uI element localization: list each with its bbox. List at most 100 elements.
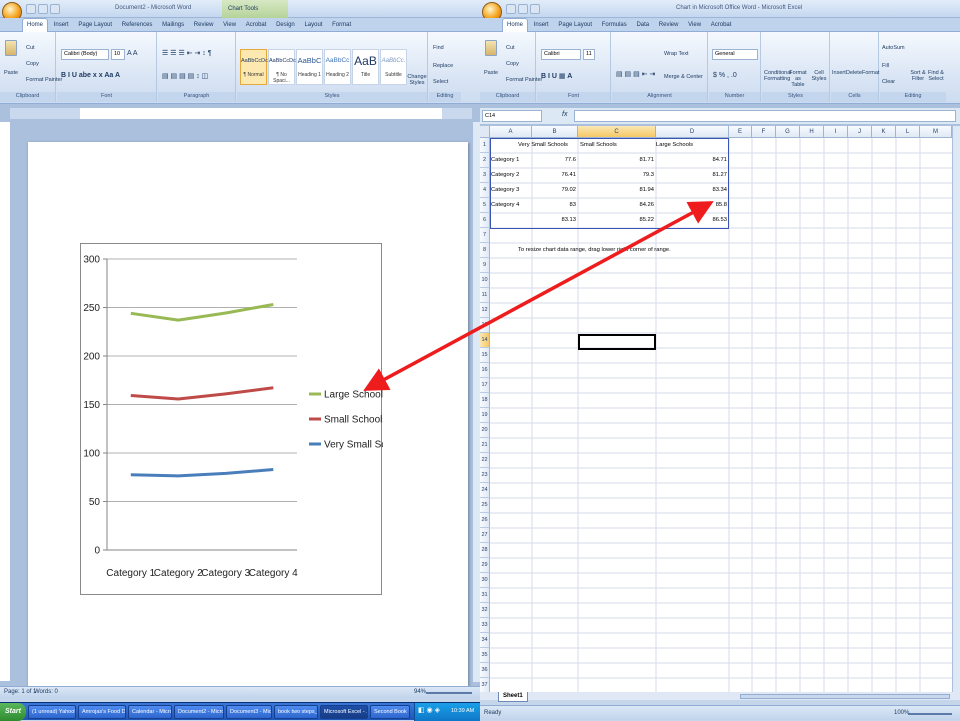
word-window: Document2 - Microsoft Word Chart Tools H… — [0, 0, 480, 698]
font-size-box[interactable]: 10 — [111, 49, 125, 60]
style-no-spacing[interactable]: AaBbCcDc ¶ No Spaci... — [268, 49, 296, 85]
excel-cells-group: Insert Delete Format Cells — [831, 32, 879, 102]
excel-horizontal-scrollbar[interactable] — [740, 694, 950, 699]
excel-font-name-box[interactable]: Calibri — [541, 49, 581, 60]
find-select-button[interactable]: Find & Select — [928, 70, 944, 82]
taskbar-second-book[interactable]: Second Book — [370, 705, 410, 719]
merge-center-button[interactable]: Merge & Center — [664, 74, 703, 80]
style-title[interactable]: AaB Title — [352, 49, 379, 85]
page-count[interactable]: Page: 1 of 1 — [4, 687, 36, 698]
taskbar-yahoo[interactable]: (1 unread) Yahoo! ... — [28, 705, 76, 719]
style-subtitle[interactable]: AaBbCc. Subtitle — [380, 49, 407, 85]
excel-font-size-box[interactable]: 11 — [583, 49, 595, 60]
find-button[interactable]: Find — [433, 45, 444, 51]
style-normal[interactable]: AaBbCcDc ¶ Normal — [240, 49, 268, 85]
excel-tab-review[interactable]: Review — [655, 19, 683, 32]
clear-button[interactable]: Clear — [882, 79, 895, 85]
excel-tab-formulas[interactable]: Formulas — [598, 19, 631, 32]
word-tab-format[interactable]: Format — [328, 19, 355, 32]
excel-tab-insert[interactable]: Insert — [530, 19, 553, 32]
sheet1-tab[interactable]: Sheet1 — [498, 692, 528, 702]
excel-cut-button[interactable]: Cut — [506, 45, 515, 51]
sort-filter-button[interactable]: Sort & Filter — [910, 70, 926, 82]
word-zoom-level[interactable]: 94% — [414, 687, 426, 698]
chart-area[interactable]: 0 50 100 150 200 250 300 Category 1 Category 2 Ca… — [80, 243, 383, 595]
taskbar-book-two[interactable]: book two steps_for... — [274, 705, 318, 719]
paste-label[interactable]: Paste — [4, 70, 18, 76]
word-tab-mailings[interactable]: Mailings — [158, 19, 188, 32]
undo-icon[interactable] — [38, 4, 48, 14]
excel-paste-label[interactable]: Paste — [484, 70, 498, 76]
taskbar-document3[interactable]: Document3 - Micro... — [226, 705, 272, 719]
excel-copy-button[interactable]: Copy — [506, 61, 519, 67]
excel-redo-icon[interactable] — [530, 4, 540, 14]
wrap-text-button[interactable]: Wrap Text — [664, 51, 689, 57]
font-format-buttons[interactable]: B I U abe x x Aa A — [61, 72, 120, 79]
excel-undo-icon[interactable] — [518, 4, 528, 14]
conditional-formatting-button[interactable]: Conditional Formatting — [764, 70, 792, 82]
taskbar-excel[interactable]: Microsoft Excel - ... — [320, 705, 368, 719]
word-vertical-scrollbar[interactable] — [472, 122, 480, 682]
taskbar-document2[interactable]: Document2 - Micro... — [174, 705, 224, 719]
horizontal-ruler[interactable] — [10, 108, 472, 120]
number-format-box[interactable]: General — [712, 49, 758, 60]
cell-styles-button[interactable]: Cell Styles — [810, 70, 828, 82]
delete-button[interactable]: Delete — [846, 70, 862, 76]
start-button[interactable]: Start — [0, 703, 26, 721]
replace-button[interactable]: Replace — [433, 63, 453, 69]
word-tab-home[interactable]: Home — [22, 18, 49, 32]
excel-tab-data[interactable]: Data — [632, 19, 653, 32]
excel-vertical-scrollbar[interactable] — [952, 126, 960, 692]
word-tab-acrobat[interactable]: Acrobat — [242, 19, 271, 32]
word-tab-review[interactable]: Review — [190, 19, 218, 32]
excel-tab-acrobat[interactable]: Acrobat — [707, 19, 736, 32]
fill-button[interactable]: Fill — [882, 63, 889, 69]
insert-button[interactable]: Insert — [832, 70, 846, 76]
x-tick-label: Category 2 — [154, 568, 203, 579]
taskbar-food-diary[interactable]: Amrojas's Food Dia... — [78, 705, 126, 719]
change-styles-button[interactable]: Change Styles — [407, 74, 427, 86]
save-icon[interactable] — [26, 4, 36, 14]
copy-button[interactable]: Copy — [26, 61, 39, 67]
excel-paste-icon[interactable] — [485, 40, 497, 56]
vertical-ruler[interactable] — [0, 122, 10, 682]
format-as-table-button[interactable]: Format as Table — [788, 70, 808, 88]
excel-align-buttons[interactable]: ▤ ▤ ▤ ⇤ ⇥ — [616, 70, 655, 78]
font-grow-shrink-icons[interactable]: A A — [127, 50, 138, 57]
fx-icon[interactable]: fx — [562, 111, 567, 118]
taskbar-calendar[interactable]: Calendar - Microsof... — [128, 705, 172, 719]
excel-tab-view[interactable]: View — [684, 19, 705, 32]
spreadsheet-grid[interactable]: A B C D E F G H I J K L M 1 2 3 4 5 6 7 8 9 10 11 1… — [480, 126, 952, 692]
excel-zoom-slider[interactable] — [908, 713, 952, 715]
word-count[interactable]: Words: 0 — [34, 687, 58, 698]
cell-b8-note[interactable]: To resize chart data range, drag lower r… — [518, 243, 671, 258]
select-button[interactable]: Select — [433, 79, 448, 85]
number-format-buttons[interactable]: $ % , .0 — [713, 72, 737, 79]
word-tab-page-layout[interactable]: Page Layout — [74, 19, 116, 32]
excel-font-format-buttons[interactable]: B I U ▦ A — [541, 72, 572, 80]
redo-icon[interactable] — [50, 4, 60, 14]
style-heading-2[interactable]: AaBbCc Heading 2 — [324, 49, 351, 85]
font-name-box[interactable]: Calibri (Body) — [61, 49, 109, 60]
excel-tab-home[interactable]: Home — [502, 18, 529, 32]
word-tab-references[interactable]: References — [118, 19, 157, 32]
tray-icons[interactable]: ◧ ◉ ◈ — [418, 706, 440, 714]
word-tab-insert[interactable]: Insert — [50, 19, 73, 32]
word-tab-design[interactable]: Design — [272, 19, 299, 32]
excel-tab-page-layout[interactable]: Page Layout — [554, 19, 596, 32]
autosum-button[interactable]: AutoSum — [882, 45, 905, 51]
format-button[interactable]: Format — [862, 70, 879, 76]
style-heading-1[interactable]: AaBbC Heading 1 — [296, 49, 323, 85]
formula-input[interactable] — [574, 110, 956, 122]
active-cell-c14[interactable] — [578, 334, 656, 350]
list-buttons[interactable]: ☰ ☰ ☰ ⇤ ⇥ ↕ ¶ — [162, 49, 212, 57]
chart-data-range-border[interactable] — [490, 138, 729, 229]
word-tab-view[interactable]: View — [219, 19, 240, 32]
name-box[interactable]: C14 — [482, 110, 542, 122]
paste-icon[interactable] — [5, 40, 17, 56]
excel-save-icon[interactable] — [506, 4, 516, 14]
word-tab-layout[interactable]: Layout — [300, 19, 326, 32]
cut-button[interactable]: Cut — [26, 45, 35, 51]
word-zoom-slider[interactable] — [426, 692, 472, 694]
align-buttons[interactable]: ▤ ▤ ▤ ▤ ↕ ◫ — [162, 72, 208, 80]
